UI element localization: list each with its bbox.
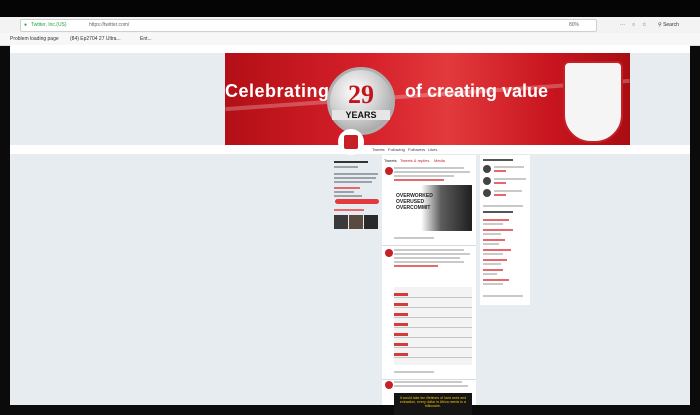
follow-button[interactable] — [335, 199, 379, 204]
twitter-profile-page: Celebrating 29 YEARS of creating value T… — [10, 45, 690, 415]
suggestion-avatar[interactable] — [483, 189, 491, 197]
tweet-image-text: OVERWORKED OVERUSED OVERCOMMIT — [396, 193, 433, 211]
address-toolbar: ● Twitter, Inc.(US) https://twitter.com/… — [0, 17, 700, 34]
window-title-bar — [0, 0, 700, 17]
tweet-image-text: It would take ten lifetimes of hard work… — [399, 396, 467, 409]
tweet-avatar — [385, 167, 393, 175]
timeline-tab-replies[interactable]: Tweets & replies — [400, 158, 429, 163]
suggestion-avatar[interactable] — [483, 165, 491, 173]
tweet-table-image[interactable] — [394, 287, 472, 365]
site-label: Twitter, Inc.(US) — [31, 22, 67, 28]
tweet-avatar — [385, 381, 393, 389]
avatar-logo — [344, 135, 358, 149]
badge-number: 29 — [348, 80, 374, 109]
banner-text-right: of creating value — [405, 81, 549, 101]
pocket-icon[interactable]: ○ — [632, 22, 635, 28]
crest-logo — [563, 61, 623, 143]
tweet-image[interactable]: It would take ten lifetimes of hard work… — [394, 393, 472, 415]
url-field[interactable]: ● Twitter, Inc.(US) https://twitter.com/… — [20, 19, 597, 32]
badge-years: YEARS — [332, 110, 390, 120]
avatar[interactable] — [338, 129, 364, 155]
tab-following[interactable]: Following — [388, 147, 405, 152]
timeline-tab-tweets[interactable]: Tweets — [384, 158, 397, 163]
banner-text-left: Celebrating — [225, 81, 330, 101]
search-box[interactable]: ⚲ Search — [658, 22, 679, 28]
url-text: https://twitter.com/ — [89, 22, 130, 28]
media-thumbnail[interactable] — [349, 215, 363, 229]
bookmark-item[interactable]: (84) Ep2704 27 Ultra... — [70, 36, 121, 42]
tweet-avatar — [385, 249, 393, 257]
tweet-image[interactable]: OVERWORKED OVERUSED OVERCOMMIT — [394, 185, 472, 231]
timeline-tab-media[interactable]: Media — [434, 158, 445, 163]
bookmark-item[interactable]: Ent... — [140, 36, 152, 42]
more-icon[interactable]: ⋯ — [620, 22, 625, 28]
timeline: Tweets Tweets & replies Media OVERWORKED… — [382, 155, 476, 415]
who-to-follow-panel — [480, 155, 530, 305]
tab-tweets[interactable]: Tweets — [372, 147, 385, 152]
media-thumbnail[interactable] — [334, 215, 348, 229]
zoom-level[interactable]: 80% — [569, 22, 579, 28]
tab-likes[interactable]: Likes — [428, 147, 437, 152]
tab-followers[interactable]: Followers — [408, 147, 425, 152]
anniversary-badge: 29 YEARS — [327, 67, 395, 135]
star-icon[interactable]: ☆ — [642, 22, 646, 28]
lock-icon: ● — [24, 22, 28, 28]
bookmark-item[interactable]: Problem loading page — [10, 36, 59, 42]
search-icon: ⚲ — [658, 22, 662, 28]
profile-sidebar — [332, 157, 380, 247]
top-nav — [10, 45, 690, 53]
media-thumbnail[interactable] — [364, 215, 378, 229]
suggestion-avatar[interactable] — [483, 177, 491, 185]
header-banner: Celebrating 29 YEARS of creating value — [225, 53, 630, 145]
